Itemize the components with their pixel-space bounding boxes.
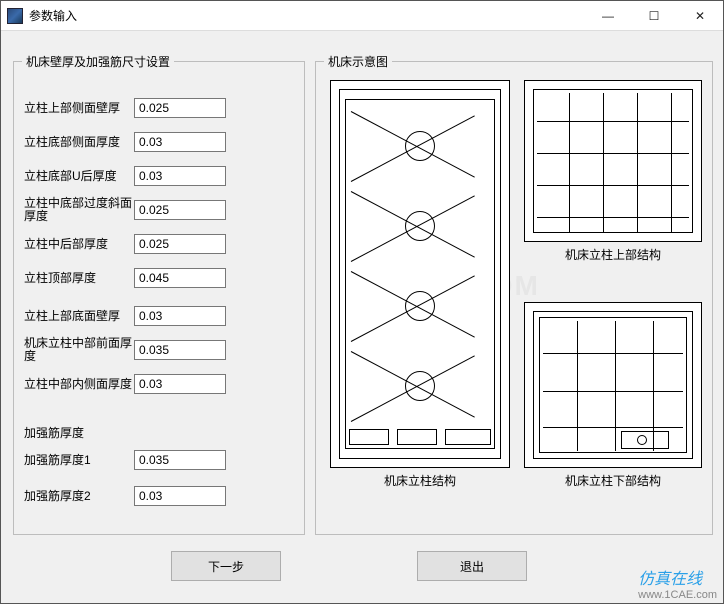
field-label: 立柱上部底面壁厚 xyxy=(24,310,134,323)
field-label: 立柱底部U后厚度 xyxy=(24,170,134,183)
field-row: 加强筋厚度1 xyxy=(24,446,294,474)
field-row: 加强筋厚度2 xyxy=(24,482,294,510)
next-button[interactable]: 下一步 xyxy=(171,551,281,581)
field-label: 立柱底部侧面厚度 xyxy=(24,136,134,149)
client-area: 机床壁厚及加强筋尺寸设置 立柱上部侧面壁厚 立柱底部侧面厚度 立柱底部U后厚度 … xyxy=(1,31,723,603)
titlebar: 参数输入 — ☐ ✕ xyxy=(1,1,723,31)
field-row: 立柱上部侧面壁厚 xyxy=(24,94,294,122)
watermark-url: www.1CAE.com xyxy=(638,589,717,601)
wall-thickness-legend: 机床壁厚及加强筋尺寸设置 xyxy=(22,53,174,70)
field-input-1[interactable] xyxy=(134,132,226,152)
field-label: 立柱顶部厚度 xyxy=(24,272,134,285)
rib-input-1[interactable] xyxy=(134,486,226,506)
rib-input-0[interactable] xyxy=(134,450,226,470)
rib-subheader: 加强筋厚度 xyxy=(24,424,84,441)
field-row: 立柱顶部厚度 xyxy=(24,264,294,292)
field-input-3[interactable] xyxy=(134,200,226,220)
field-input-0[interactable] xyxy=(134,98,226,118)
field-label: 立柱上部侧面壁厚 xyxy=(24,102,134,115)
field-input-7[interactable] xyxy=(134,340,226,360)
maximize-button[interactable]: ☐ xyxy=(631,1,677,31)
field-row: 立柱上部底面壁厚 xyxy=(24,302,294,330)
field-label: 立柱中部内侧面厚度 xyxy=(24,378,134,391)
field-input-5[interactable] xyxy=(134,268,226,288)
diagram-bottom xyxy=(524,302,702,468)
field-input-4[interactable] xyxy=(134,234,226,254)
diagram-legend: 机床示意图 xyxy=(324,53,392,70)
field-row: 立柱中底部过度斜面厚度 xyxy=(24,196,294,224)
field-row: 立柱底部侧面厚度 xyxy=(24,128,294,156)
diagram-bottom-caption: 机床立柱下部结构 xyxy=(524,472,702,489)
window-title: 参数输入 xyxy=(29,7,77,24)
exit-button[interactable]: 退出 xyxy=(417,551,527,581)
field-label: 加强筋厚度2 xyxy=(24,490,134,503)
diagram-main-caption: 机床立柱结构 xyxy=(330,472,510,489)
field-label: 加强筋厚度1 xyxy=(24,454,134,467)
field-label: 立柱中底部过度斜面厚度 xyxy=(24,197,134,223)
watermark-brand: 仿真在线 xyxy=(638,571,702,588)
field-row: 立柱底部U后厚度 xyxy=(24,162,294,190)
field-input-8[interactable] xyxy=(134,374,226,394)
field-row: 立柱中后部厚度 xyxy=(24,230,294,258)
app-icon xyxy=(7,8,23,24)
close-button[interactable]: ✕ xyxy=(677,1,723,31)
minimize-button[interactable]: — xyxy=(585,1,631,31)
field-row: 机床立柱中部前面厚度 xyxy=(24,336,294,364)
field-label: 机床立柱中部前面厚度 xyxy=(24,337,134,363)
diagram-top xyxy=(524,80,702,242)
watermark: 仿真在线 www.1CAE.com xyxy=(638,565,717,601)
field-input-6[interactable] xyxy=(134,306,226,326)
field-label: 立柱中后部厚度 xyxy=(24,238,134,251)
diagram-group: 机床示意图 1CAE.COM 机床立柱结构 xyxy=(315,53,713,535)
diagram-top-caption: 机床立柱上部结构 xyxy=(524,246,702,263)
diagram-main xyxy=(330,80,510,468)
field-input-2[interactable] xyxy=(134,166,226,186)
field-row: 立柱中部内侧面厚度 xyxy=(24,370,294,398)
wall-thickness-group: 机床壁厚及加强筋尺寸设置 立柱上部侧面壁厚 立柱底部侧面厚度 立柱底部U后厚度 … xyxy=(13,53,305,535)
